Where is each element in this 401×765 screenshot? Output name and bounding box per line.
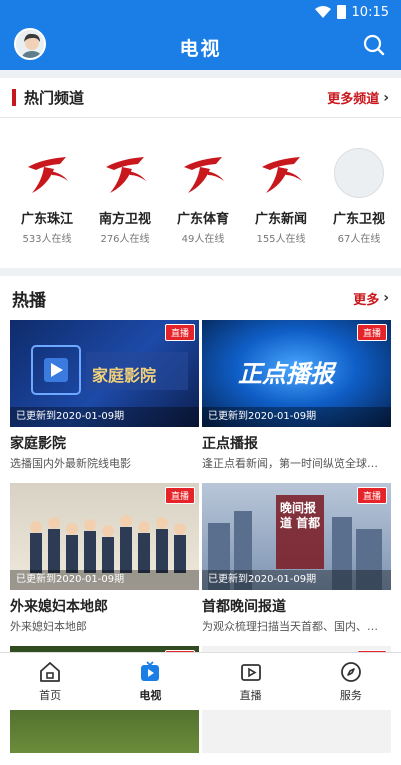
gdtv-logo-icon <box>22 148 72 198</box>
update-info: 已更新到2020-01-09期 <box>10 407 199 427</box>
program-thumbnail: 直播 已更新到2020-01-09期 <box>10 483 199 590</box>
nav-home[interactable]: 首页 <box>0 653 100 710</box>
nav-label: 直播 <box>239 689 262 702</box>
update-info: 已更新到2020-01-09期 <box>10 570 199 590</box>
thumbnail-caption: 正点播报 <box>238 360 334 388</box>
program-thumbnail: 家庭影院 直播 已更新到2020-01-09期 <box>10 320 199 427</box>
more-label: 更多 <box>353 292 380 308</box>
avatar[interactable] <box>14 28 46 60</box>
channel-count: 67人在线 <box>337 234 381 245</box>
channel-count: 533人在线 <box>22 234 72 245</box>
battery-icon <box>336 5 346 19</box>
app-header: 电视 <box>0 24 401 70</box>
channel-name: 广东卫视 <box>332 212 385 227</box>
program-desc: 外来媳妇本地郎 <box>10 620 87 633</box>
top-bar: 10:15 电视 <box>0 0 401 70</box>
channel-name: 广东新闻 <box>254 212 307 227</box>
program-card[interactable]: 正点播报 直播 已更新到2020-01-09期 正点播报 逢正点看新闻，第一时间… <box>202 320 391 471</box>
chevron-right-icon: › <box>383 290 389 306</box>
program-desc: 逢正点看新闻，第一时间纵览全球… <box>202 457 378 470</box>
bottom-nav: 首页 电视 直播 服务 <box>0 652 401 710</box>
channel-count: 49人在线 <box>181 234 225 245</box>
tv-icon <box>141 661 160 681</box>
nav-tv[interactable]: 电视 <box>100 653 200 710</box>
channel-item-1[interactable]: 南方卫视 276人在线 <box>86 148 164 268</box>
more-hot-play-link[interactable]: 更多 › <box>353 289 389 308</box>
chevron-right-icon: › <box>383 89 389 106</box>
section-marker <box>12 89 16 106</box>
more-channels-link[interactable]: 更多频道 › <box>327 88 389 108</box>
channel-name: 南方卫视 <box>98 212 151 227</box>
nav-live[interactable]: 直播 <box>201 653 301 710</box>
live-badge: 直播 <box>164 487 195 504</box>
program-title: 家庭影院 <box>10 436 66 452</box>
hot-channels-header: 热门频道 更多频道 › <box>0 78 401 118</box>
program-desc: 为观众梳理扫描当天首都、国内、… <box>202 620 378 633</box>
hot-play-title: 热播 <box>12 290 46 311</box>
live-badge: 直播 <box>356 487 387 504</box>
hot-play-header: 热播 更多 › <box>0 276 401 320</box>
channel-item-4[interactable]: 广东卫视 67人在线 <box>320 148 398 268</box>
gdtv-logo-icon <box>178 148 228 198</box>
divider <box>0 268 401 276</box>
hot-channels-title: 热门频道 <box>24 89 85 107</box>
program-title: 外来媳妇本地郎 <box>10 599 108 615</box>
more-channels-label: 更多频道 <box>327 92 380 107</box>
program-desc: 选播国内外最新院线电影 <box>10 457 131 470</box>
update-info: 已更新到2020-01-09期 <box>202 570 391 590</box>
channel-item-3[interactable]: 广东新闻 155人在线 <box>242 148 320 268</box>
compass-icon <box>340 662 361 682</box>
channel-placeholder-icon <box>334 148 384 198</box>
channel-name: 广东珠江 <box>20 212 73 227</box>
program-title: 正点播报 <box>202 436 258 452</box>
channel-count: 155人在线 <box>256 234 306 245</box>
channel-item-0[interactable]: 广东珠江 533人在线 <box>8 148 86 268</box>
status-time: 10:15 <box>351 4 389 20</box>
program-thumbnail: 正点播报 直播 已更新到2020-01-09期 <box>202 320 391 427</box>
update-info: 已更新到2020-01-09期 <box>202 407 391 427</box>
page-title: 电视 <box>179 37 222 60</box>
program-title: 首都晚间报道 <box>202 599 286 615</box>
search-icon[interactable] <box>361 32 387 58</box>
nav-label: 电视 <box>139 689 162 702</box>
status-bar: 10:15 <box>0 0 401 24</box>
gdtv-logo-icon <box>256 148 306 198</box>
thumbnail-caption: 家庭影院 <box>92 366 157 385</box>
program-card[interactable]: 家庭影院 直播 已更新到2020-01-09期 家庭影院 选播国内外最新院线电影 <box>10 320 199 471</box>
channel-count: 276人在线 <box>100 234 150 245</box>
channel-list: 广东珠江 533人在线 南方卫视 276人在线 广东体育 49人在线 广东新闻 … <box>0 118 401 268</box>
section-title-hot-play: 热播 <box>12 286 46 311</box>
nav-label: 首页 <box>39 689 62 702</box>
live-badge: 直播 <box>164 324 195 341</box>
wifi-icon <box>314 6 331 18</box>
gdtv-logo-icon <box>100 148 150 198</box>
channel-item-2[interactable]: 广东体育 49人在线 <box>164 148 242 268</box>
user-avatar-icon <box>16 30 44 58</box>
program-card[interactable]: 直播 已更新到2020-01-09期 外来媳妇本地郎 外来媳妇本地郎 <box>10 483 199 634</box>
home-icon <box>40 662 61 682</box>
section-title-hot-channels: 热门频道 <box>12 87 84 108</box>
thumbnail-caption: 晚间报道 首都 <box>280 501 321 530</box>
channel-name: 广东体育 <box>176 212 229 227</box>
live-badge: 直播 <box>356 324 387 341</box>
nav-service[interactable]: 服务 <box>301 653 401 710</box>
divider <box>0 70 401 78</box>
program-card[interactable]: 晚间报道 首都 直播 已更新到2020-01-09期 首都晚间报道 为观众梳理扫… <box>202 483 391 634</box>
program-thumbnail: 晚间报道 首都 直播 已更新到2020-01-09期 <box>202 483 391 590</box>
nav-label: 服务 <box>339 689 362 702</box>
live-video-icon <box>240 664 261 681</box>
